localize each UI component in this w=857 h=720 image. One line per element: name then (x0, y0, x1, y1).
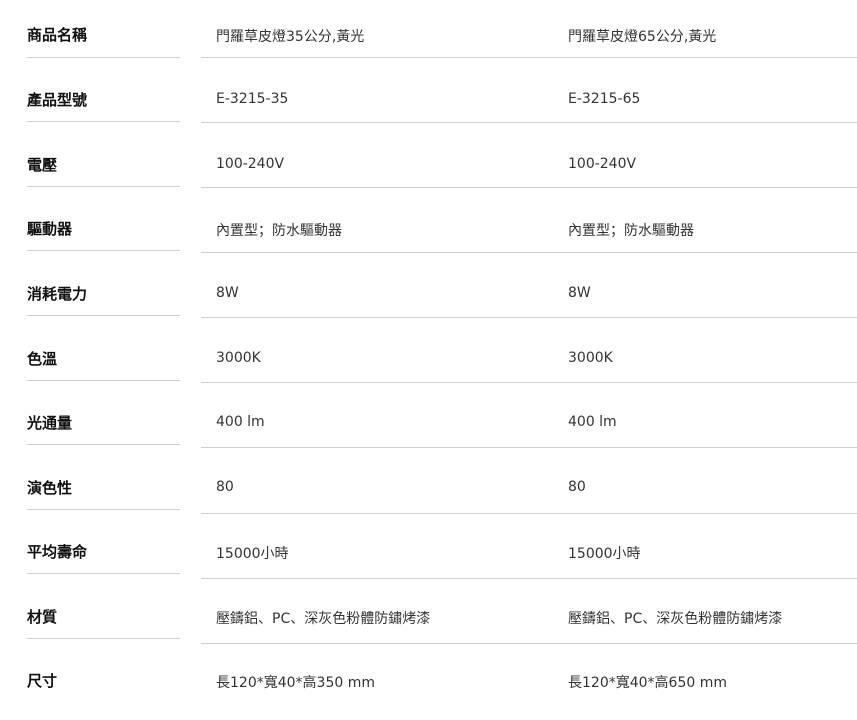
spec-value-35cm: 400 lm (216, 414, 265, 430)
spec-value-35cm: 長120*寬40*高350 mm (216, 675, 375, 691)
row-divider (27, 638, 180, 639)
spec-value-65cm: 壓鑄鋁、PC、深灰色粉體防鏽烤漆 (568, 611, 783, 627)
spec-label: 平均壽命 (27, 543, 88, 561)
spec-value-35cm: 100-240V (216, 156, 285, 172)
spec-label: 消耗電力 (27, 285, 88, 303)
row-divider (27, 380, 180, 381)
spec-label: 材質 (27, 608, 58, 626)
spec-row-color-temp: 色溫 3000K 3000K (0, 334, 857, 398)
row-divider (27, 250, 180, 251)
row-divider (201, 252, 857, 253)
spec-value-65cm: 3000K (568, 350, 613, 366)
spec-label: 尺寸 (27, 672, 58, 690)
spec-label: 產品型號 (27, 91, 88, 109)
spec-value-35cm: 內置型；防水驅動器 (216, 223, 342, 239)
spec-value-65cm: 400 lm (568, 414, 617, 430)
row-divider (201, 57, 857, 58)
spec-value-35cm: 門羅草皮燈35公分,黃光 (216, 29, 365, 45)
spec-label: 演色性 (27, 479, 73, 497)
row-divider (201, 382, 857, 383)
spec-row-luminous-flux: 光通量 400 lm 400 lm (0, 398, 857, 462)
spec-value-35cm: 15000小時 (216, 546, 289, 562)
row-divider (201, 317, 857, 318)
row-divider (201, 447, 857, 448)
spec-value-35cm: 8W (216, 285, 239, 301)
row-divider (27, 315, 180, 316)
spec-value-65cm: 8W (568, 285, 591, 301)
spec-table: 商品名稱 門羅草皮燈35公分,黃光 門羅草皮燈65公分,黃光 產品型號 E-32… (0, 0, 857, 704)
row-divider (201, 578, 857, 579)
spec-value-65cm: 內置型；防水驅動器 (568, 223, 694, 239)
spec-label: 驅動器 (27, 220, 73, 238)
spec-value-65cm: 100-240V (568, 156, 637, 172)
spec-label: 電壓 (27, 156, 58, 174)
row-divider (27, 121, 180, 122)
row-divider (27, 444, 180, 445)
spec-value-35cm: 3000K (216, 350, 261, 366)
row-divider (201, 187, 857, 188)
row-divider (27, 57, 180, 58)
spec-row-voltage: 電壓 100-240V 100-240V (0, 140, 857, 204)
row-divider (27, 573, 180, 574)
spec-row-cri: 演色性 80 80 (0, 463, 857, 527)
spec-row-driver: 驅動器 內置型；防水驅動器 內置型；防水驅動器 (0, 204, 857, 268)
spec-row-model: 產品型號 E-3215-35 E-3215-65 (0, 75, 857, 139)
spec-label: 商品名稱 (27, 26, 88, 44)
row-divider (201, 122, 857, 123)
spec-value-65cm: 門羅草皮燈65公分,黃光 (568, 29, 717, 45)
spec-value-65cm: E-3215-65 (568, 91, 641, 107)
spec-row-product-name: 商品名稱 門羅草皮燈35公分,黃光 門羅草皮燈65公分,黃光 (0, 10, 857, 74)
spec-row-lifespan: 平均壽命 15000小時 15000小時 (0, 527, 857, 591)
spec-value-35cm: 80 (216, 479, 234, 495)
spec-value-65cm: 15000小時 (568, 546, 641, 562)
spec-label: 色溫 (27, 350, 58, 368)
row-divider (201, 513, 857, 514)
row-divider (27, 186, 180, 187)
spec-value-65cm: 80 (568, 479, 586, 495)
spec-row-dimensions: 尺寸 長120*寬40*高350 mm 長120*寬40*高650 mm (0, 656, 857, 720)
row-divider (27, 509, 180, 510)
spec-value-35cm: 壓鑄鋁、PC、深灰色粉體防鏽烤漆 (216, 611, 431, 627)
spec-label: 光通量 (27, 414, 73, 432)
row-divider (201, 643, 857, 644)
spec-value-35cm: E-3215-35 (216, 91, 289, 107)
spec-row-material: 材質 壓鑄鋁、PC、深灰色粉體防鏽烤漆 壓鑄鋁、PC、深灰色粉體防鏽烤漆 (0, 592, 857, 656)
spec-row-power: 消耗電力 8W 8W (0, 269, 857, 333)
spec-value-65cm: 長120*寬40*高650 mm (568, 675, 727, 691)
